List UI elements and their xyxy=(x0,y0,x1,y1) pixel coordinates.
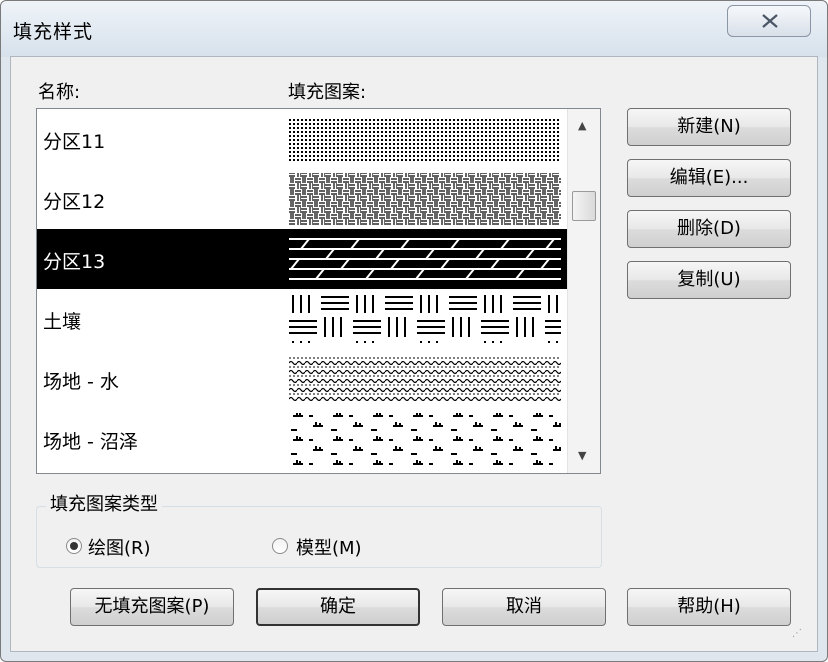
edit-button[interactable]: 编辑(E)... xyxy=(627,159,791,197)
dialog-title: 填充样式 xyxy=(13,21,94,43)
pattern-preview-dense-dots xyxy=(289,117,561,161)
list-item[interactable]: 场地 - 沼泽 xyxy=(37,409,567,469)
pattern-preview-basketweave xyxy=(289,173,561,225)
list-item[interactable]: 场地 - 水 xyxy=(37,349,567,409)
new-button[interactable]: 新建(N) xyxy=(627,108,791,146)
list-item[interactable]: 分区12 xyxy=(37,169,567,229)
pattern-preview-diagonal-planks xyxy=(289,238,561,280)
close-button[interactable] xyxy=(727,5,811,37)
no-fill-pattern-button[interactable]: 无填充图案(P) xyxy=(70,588,234,626)
name-column-header: 名称: xyxy=(38,82,81,103)
pattern-type-group-title: 填充图案类型 xyxy=(46,490,162,516)
title-bar: 填充样式 xyxy=(1,1,827,57)
ok-button[interactable]: 确定 xyxy=(256,588,420,626)
pattern-name: 场地 - 沼泽 xyxy=(43,431,138,453)
list-item-selected[interactable]: 分区13 xyxy=(37,229,567,289)
model-radio-label[interactable]: 模型(M) xyxy=(296,534,362,560)
vertical-scrollbar[interactable]: ▲ ▼ xyxy=(567,109,600,473)
pattern-name: 场地 - 水 xyxy=(43,371,119,393)
drafting-radio[interactable] xyxy=(66,538,82,554)
pattern-column-header: 填充图案: xyxy=(288,82,367,103)
pattern-preview-soil-bars xyxy=(289,295,561,343)
scroll-down-arrow-icon[interactable]: ▼ xyxy=(578,449,586,462)
list-item[interactable]: 土壤 xyxy=(37,289,567,349)
model-radio[interactable] xyxy=(272,538,288,554)
scroll-up-arrow-icon[interactable]: ▲ xyxy=(578,119,586,132)
scrollbar-thumb[interactable] xyxy=(572,191,596,221)
drafting-radio-label[interactable]: 绘图(R) xyxy=(88,534,151,560)
list-item[interactable]: 分区11 xyxy=(37,109,567,169)
pattern-name: 分区12 xyxy=(43,191,106,213)
pattern-preview-waves xyxy=(289,357,561,401)
cancel-button[interactable]: 取消 xyxy=(442,588,606,626)
radio-checked-dot xyxy=(70,542,78,550)
delete-button[interactable]: 删除(D) xyxy=(627,210,791,248)
pattern-preview-marsh-tufts xyxy=(289,413,561,467)
help-button[interactable]: 帮助(H) xyxy=(627,588,791,626)
resize-grip-icon[interactable]: ⋰ xyxy=(792,628,802,639)
fill-pattern-list[interactable]: 分区11 分区12 分区13 土壤 场地 - 水 场地 - 沼泽 ▲ ▼ xyxy=(36,108,601,474)
pattern-name: 分区13 xyxy=(43,251,106,273)
close-icon xyxy=(762,14,778,28)
pattern-name: 分区11 xyxy=(43,131,106,153)
pattern-name: 土壤 xyxy=(43,311,82,333)
copy-button[interactable]: 复制(U) xyxy=(627,261,791,299)
